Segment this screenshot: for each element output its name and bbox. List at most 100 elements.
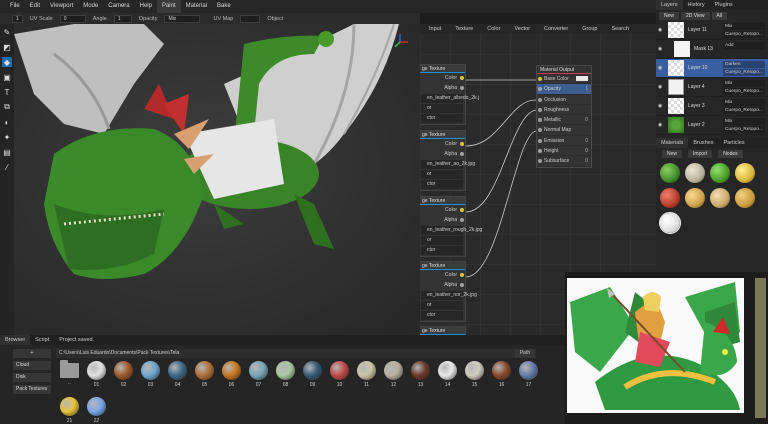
node-color-space[interactable]: or [421, 170, 463, 179]
texture-asset[interactable]: 12 [380, 361, 407, 391]
menu-bake[interactable]: Bake [212, 0, 236, 13]
cloud-button[interactable]: Cloud [13, 361, 51, 370]
texture-asset[interactable]: 16 [488, 361, 515, 391]
texture-asset[interactable]: 15 [461, 361, 488, 391]
image-texture-node-ao[interactable]: ge Texture Color Alpha en_leather_ao_2k.… [420, 130, 475, 191]
reference-image[interactable] [565, 272, 768, 424]
layer-blend-select[interactable]: Add [723, 42, 765, 49]
texture-asset[interactable]: 09 [299, 361, 326, 391]
add-bookmark-button[interactable]: + [13, 349, 51, 358]
uv-map-select[interactable] [240, 14, 261, 23]
eraser-icon[interactable]: ◩ [2, 42, 12, 52]
texture-asset[interactable]: 06 [218, 361, 245, 391]
angle-field[interactable]: 1 [113, 14, 132, 23]
blur-icon[interactable]: ◐ [2, 117, 12, 127]
tab-browser[interactable]: Browser [0, 335, 31, 345]
node-vector-input[interactable]: ctor [421, 311, 463, 320]
material-swatch[interactable] [735, 163, 755, 183]
eye-icon[interactable]: ◉ [656, 27, 664, 33]
layer-blend-select[interactable]: Mix [723, 99, 765, 106]
node-file-field[interactable]: en_leather_albedo_2k.j [421, 94, 479, 103]
menu-mode[interactable]: Mode [78, 0, 103, 13]
all-layers-button[interactable]: All [711, 12, 728, 20]
menu-camera[interactable]: Camera [103, 0, 134, 13]
layer-row[interactable]: ◉ Mask 13 Add [656, 40, 768, 59]
layer-row[interactable]: ◉ Layer 2 Mix Cuerpo_Retopo... [656, 116, 768, 135]
eye-icon[interactable]: ◉ [656, 103, 664, 109]
brush-size-field[interactable]: 1 [12, 14, 23, 23]
uv-scale-field[interactable]: 0 [59, 14, 86, 23]
material-swatch[interactable] [710, 163, 730, 183]
colorid-icon[interactable]: ▤ [2, 147, 12, 157]
texture-asset[interactable]: 07 [245, 361, 272, 391]
texture-asset[interactable]: 13 [407, 361, 434, 391]
tab-particles[interactable]: Particles [719, 138, 750, 148]
text-icon[interactable]: T [2, 87, 12, 97]
layer-target-select[interactable]: Cuerpo_Retopo... [723, 107, 765, 114]
new-material-button[interactable]: New [662, 150, 683, 158]
tab-materials[interactable]: Materials [656, 138, 689, 148]
node-vector-input[interactable]: ctor [421, 114, 463, 123]
tab-plugins[interactable]: Plugins [710, 0, 738, 10]
texture-asset[interactable]: 05 [191, 361, 218, 391]
image-texture-node-albedo[interactable]: ge Texture Color Alpha en_leather_albedo… [420, 64, 479, 125]
material-swatch[interactable] [685, 163, 705, 183]
material-swatch[interactable] [735, 188, 755, 208]
texture-asset[interactable]: 11 [353, 361, 380, 391]
clone-icon[interactable]: ⧉ [2, 102, 12, 112]
texture-asset[interactable]: 04 [164, 361, 191, 391]
tab-layers[interactable]: Layers [656, 0, 683, 10]
eye-icon[interactable]: ◉ [656, 122, 664, 128]
texture-asset[interactable]: 21 [56, 397, 83, 424]
texture-asset[interactable]: 17 [515, 361, 542, 391]
texture-asset[interactable]: 22 [83, 397, 110, 424]
layer-target-select[interactable]: Cuerpo_Retopo... [723, 69, 765, 76]
layer-blend-select[interactable]: Mix [723, 23, 765, 30]
layer-target-select[interactable]: Cuerpo_Retopo... [723, 88, 765, 95]
tab-history[interactable]: History [683, 0, 710, 10]
menu-viewport[interactable]: Viewport [45, 0, 78, 13]
menu-paint[interactable]: Paint [156, 0, 181, 13]
node-file-field[interactable]: en_leather_ao_2k.jpg [421, 160, 475, 169]
decal-icon[interactable]: ▣ [2, 72, 12, 82]
layer-row-selected[interactable]: ◉ Layer 10 Darken Cuerpo_Retopo... [656, 59, 768, 78]
tab-script[interactable]: Script [30, 335, 54, 345]
tab-brushes[interactable]: Brushes [688, 138, 718, 148]
texture-asset[interactable]: 02 [110, 361, 137, 391]
layer-blend-select[interactable]: Darken [723, 61, 765, 68]
import-material-button[interactable]: Import [688, 150, 713, 158]
disk-button[interactable]: Disk [13, 373, 51, 382]
blend-mode-select[interactable]: Mix [164, 14, 201, 23]
node-color-space[interactable]: or [421, 104, 463, 113]
material-swatch[interactable] [660, 163, 680, 183]
node-file-field[interactable]: en_leather_nor_2k.jpg [421, 291, 477, 300]
material-swatch[interactable] [660, 188, 680, 208]
texture-asset[interactable]: 14 [434, 361, 461, 391]
layer-row[interactable]: ◉ Layer 11 Mix Cuerpo_Retopo... [656, 21, 768, 40]
2d-view-button[interactable]: 2D View [681, 12, 710, 20]
material-swatch-selected[interactable] [659, 212, 681, 234]
path-field[interactable]: C:\Users\Luis Eduardo\Documents\Pack Tex… [56, 349, 536, 358]
node-color-space[interactable]: or [421, 301, 463, 310]
layer-row[interactable]: ◉ Layer 4 Mix Cuerpo_Retopo... [656, 78, 768, 97]
layer-target-select[interactable]: Cuerpo_Retopo... [723, 126, 765, 133]
menu-help[interactable]: Help [135, 0, 157, 13]
material-swatch[interactable] [685, 188, 705, 208]
eye-icon[interactable]: ◉ [656, 65, 664, 71]
node-vector-input[interactable]: ctor [421, 180, 463, 189]
menu-material[interactable]: Material [181, 0, 212, 13]
parent-folder-item[interactable]: .. [56, 360, 83, 391]
layer-blend-select[interactable]: Mix [723, 80, 765, 87]
pack-textures-button[interactable]: Pack Textures [13, 385, 51, 394]
texture-asset[interactable]: 10 [326, 361, 353, 391]
brush-icon[interactable]: ✎ [2, 27, 12, 37]
particle-icon[interactable]: ✦ [2, 132, 12, 142]
layer-blend-select[interactable]: Mix [723, 118, 765, 125]
nodes-button[interactable]: Nodes [718, 150, 743, 158]
material-swatch[interactable] [710, 188, 730, 208]
new-layer-button[interactable]: New [659, 12, 680, 20]
node-file-field[interactable]: en_leather_rough_2k.jpg [421, 226, 482, 235]
texture-asset[interactable]: 08 [272, 361, 299, 391]
picker-icon[interactable]: ⁄ [2, 162, 12, 172]
material-output-node[interactable]: Material Output Base Color Opacity 1 Occl… [536, 65, 592, 168]
